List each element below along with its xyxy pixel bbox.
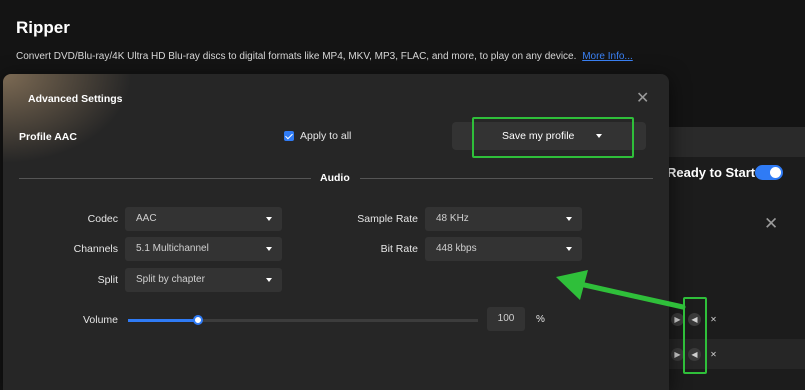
- annotation-arrow: [556, 270, 686, 310]
